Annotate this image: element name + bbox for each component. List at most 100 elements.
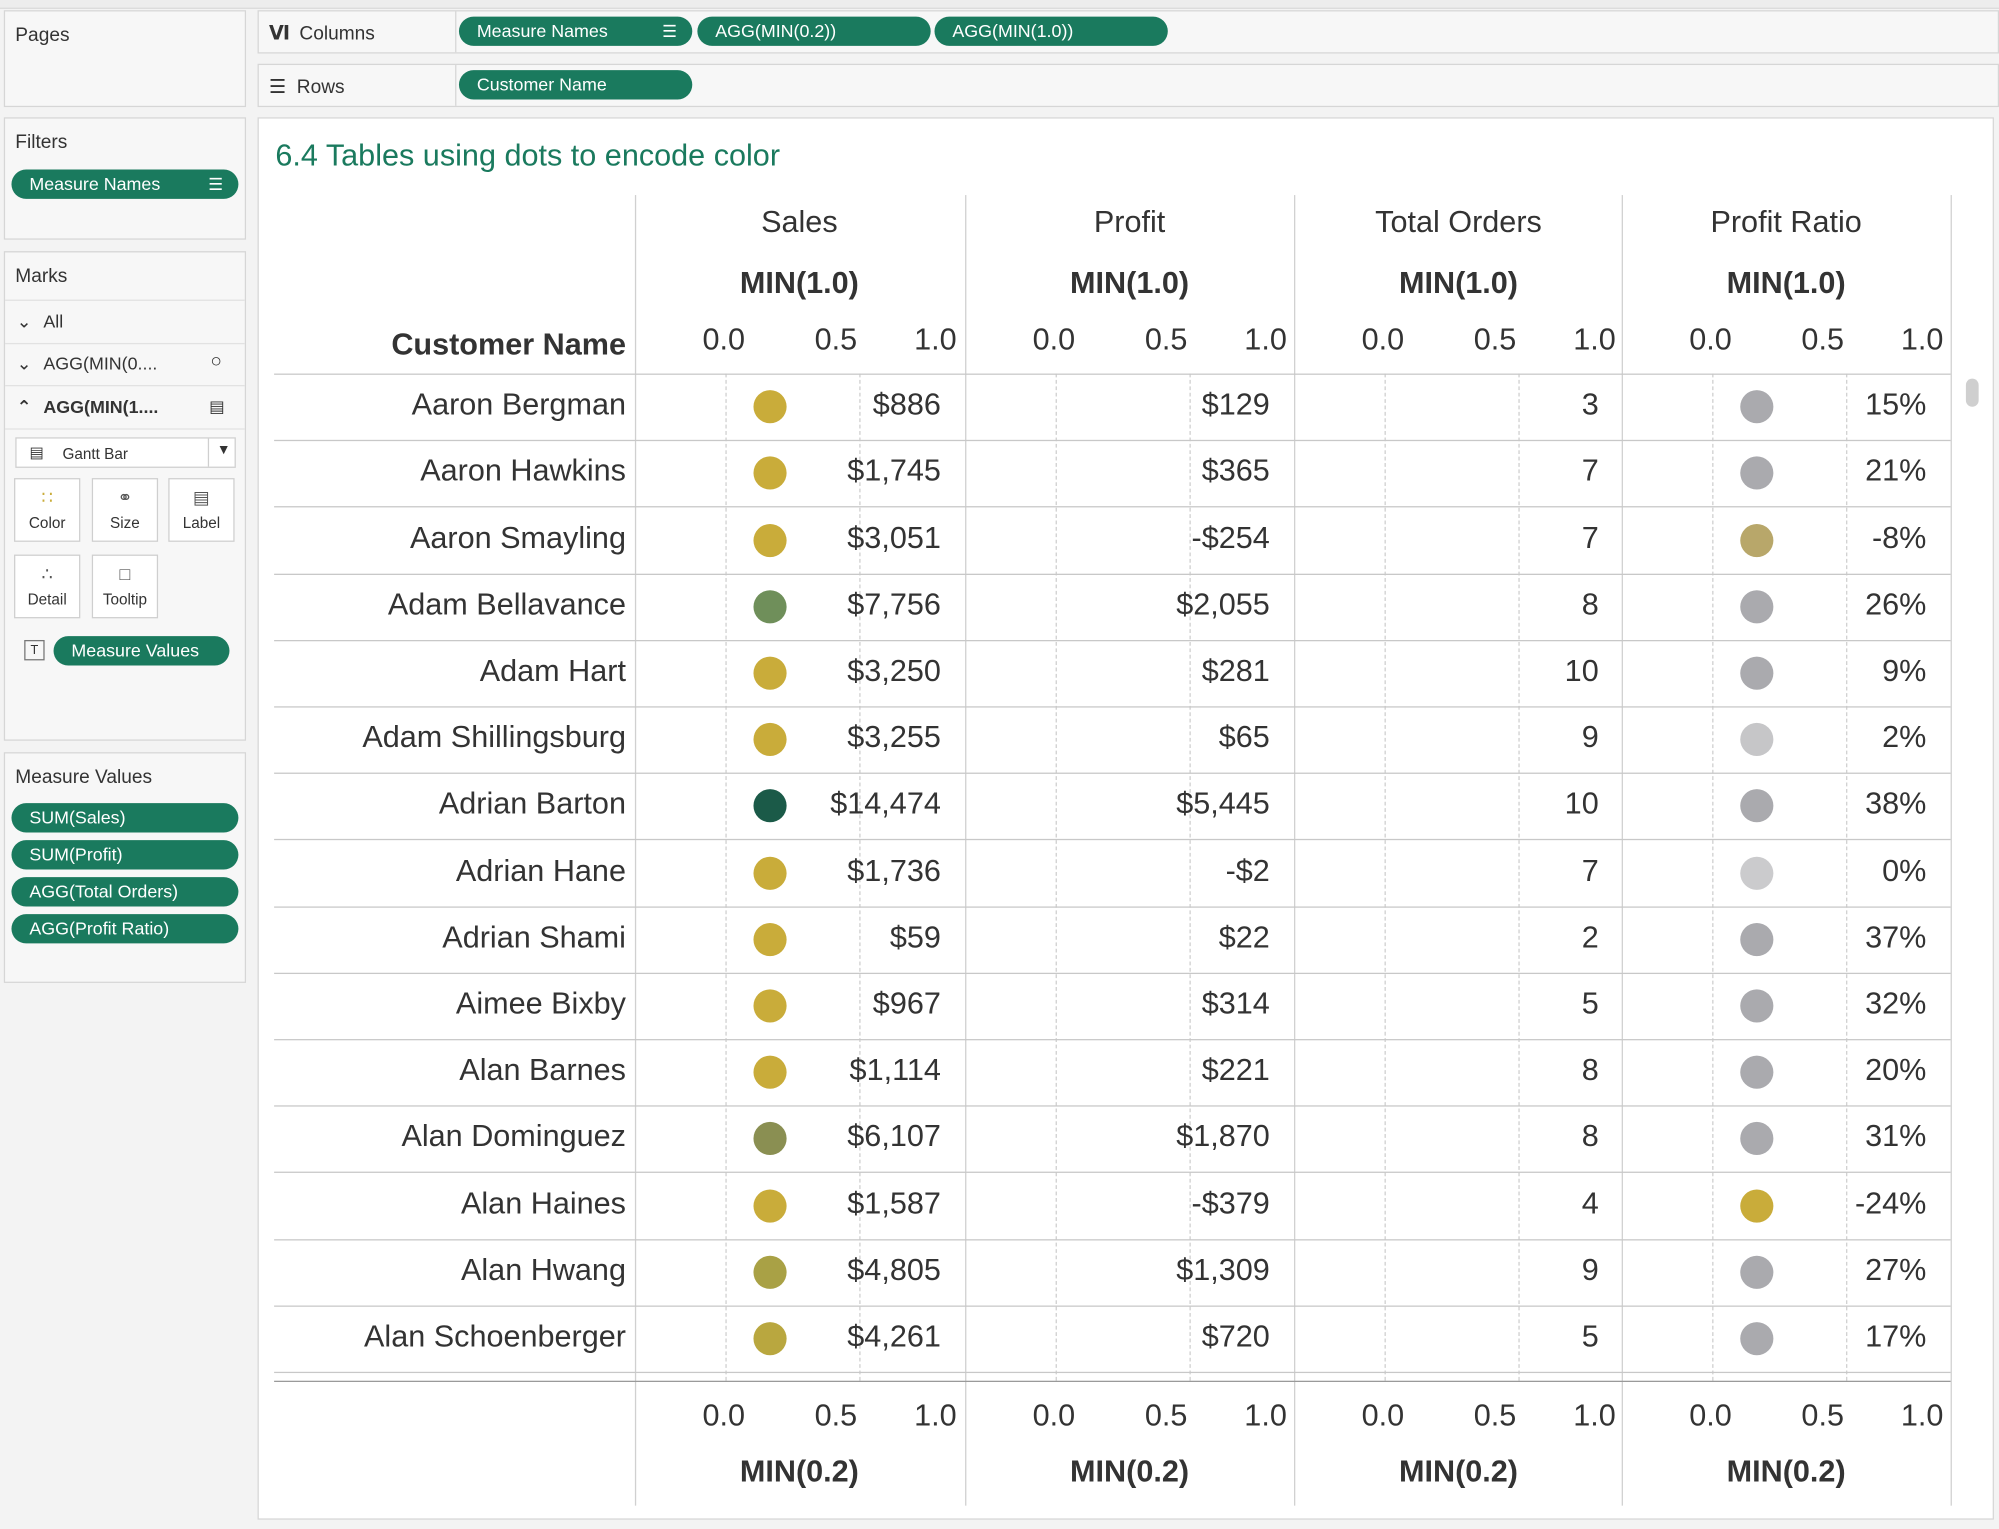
top-axis-tick: 1.0 — [1573, 322, 1616, 357]
sales-value: $7,756 — [847, 587, 941, 622]
row-divider — [274, 772, 1951, 775]
sales-value: $886 — [872, 387, 941, 423]
top-axis-tick: 0.0 — [1032, 322, 1076, 357]
filter-pill-measure-names[interactable]: Measure Names ☰ — [11, 169, 239, 199]
customer-name: Alan Haines — [460, 1186, 626, 1221]
sort-icon: ☰ — [662, 21, 677, 41]
marks-row-agg-min-10[interactable]: ⌃ AGG(MIN(1.... ▤ — [5, 386, 245, 430]
tooltip-button[interactable]: □ Tooltip — [91, 554, 159, 619]
profit-value: $1,309 — [1176, 1252, 1270, 1288]
marks-row-all[interactable]: ⌄ All — [5, 299, 245, 345]
top-axis-tick: 0.5 — [1801, 322, 1844, 357]
profit-value: $2,055 — [1176, 587, 1270, 622]
measure-pill-sum-sales[interactable]: SUM(Sales) — [11, 803, 239, 833]
profit-value: -$2 — [1225, 853, 1270, 888]
customer-name: Aaron Smayling — [409, 520, 626, 556]
total-orders-value: 7 — [1581, 454, 1599, 489]
total-orders-value: 9 — [1581, 1252, 1599, 1288]
bottom-axis-label: MIN(0.2) — [1070, 1454, 1190, 1490]
color-button[interactable]: ∷ Color — [14, 478, 81, 542]
profit-value: $281 — [1201, 653, 1270, 689]
sales-value: $4,261 — [847, 1319, 941, 1354]
column-header: Total Orders — [1375, 205, 1542, 240]
size-button-label: Size — [110, 513, 140, 532]
bottom-axis-tick: 1.0 — [1900, 1398, 1944, 1433]
measure-values-title: Measure Values — [15, 766, 153, 788]
viz-panel[interactable]: 6.4 Tables using dots to encode color Sa… — [257, 117, 1994, 1520]
chevron-down-icon: ⌄ — [16, 353, 32, 374]
row-divider — [274, 1238, 1951, 1240]
pages-card[interactable]: Pages — [3, 10, 247, 108]
customer-name: Alan Hwang — [460, 1252, 626, 1288]
tableau-workspace: Pages Ⅵ Columns Measure Names ☰ AGG(MIN(… — [0, 0, 1999, 1529]
table-bottom-rule — [274, 1380, 1951, 1382]
gantt-bar-icon: ▤ — [29, 443, 44, 462]
measure-pill-sum-profit[interactable]: SUM(Profit) — [11, 840, 239, 870]
profit-ratio-value: 27% — [1865, 1252, 1927, 1288]
bottom-axis-tick: 0.5 — [814, 1398, 858, 1433]
profit-value: $129 — [1201, 387, 1270, 423]
mark-type-dropdown[interactable]: ▤ Gantt Bar ▼ — [15, 437, 236, 468]
total-orders-value: 7 — [1581, 520, 1599, 556]
marks-row-agg-min-02[interactable]: ⌄ AGG(MIN(0.... ○ — [5, 343, 245, 387]
size-button[interactable]: ⚭ Size — [91, 478, 159, 542]
sales-value: $967 — [872, 986, 941, 1022]
viz-title: 6.4 Tables using dots to encode color — [275, 138, 781, 174]
columns-pill-measure-names[interactable]: Measure Names ☰ — [458, 16, 693, 46]
bottom-axis-tick: 0.5 — [1473, 1398, 1517, 1433]
bottom-axis-tick: 0.0 — [1361, 1398, 1405, 1433]
columns-label: Ⅵ Columns — [269, 22, 375, 45]
row-divider — [274, 1305, 1951, 1307]
axis-zero-gridline — [1384, 373, 1386, 1381]
profit-ratio-value: -24% — [1854, 1186, 1927, 1221]
size-icon: ⚭ — [117, 487, 133, 508]
column-header: Sales — [761, 205, 838, 240]
bottom-axis-tick: 1.0 — [1573, 1398, 1616, 1433]
total-orders-value: 8 — [1581, 1053, 1599, 1088]
rows-label-text: Rows — [296, 76, 345, 99]
detail-button[interactable]: ∴ Detail — [14, 554, 81, 619]
customer-name: Aimee Bixby — [455, 986, 626, 1022]
vertical-scrollbar[interactable] — [1965, 378, 1979, 407]
bottom-axis-tick: 0.5 — [1801, 1398, 1844, 1433]
top-strip — [0, 0, 1999, 9]
profit-ratio-value: 15% — [1865, 387, 1927, 423]
profit-value: $22 — [1218, 920, 1270, 955]
filters-title: Filters — [15, 131, 68, 153]
top-axis-tick: 1.0 — [914, 322, 957, 357]
sales-value: $3,250 — [847, 653, 941, 689]
rows-pill-customer-name[interactable]: Customer Name — [458, 70, 693, 100]
top-axis-label: MIN(1.0) — [1726, 266, 1846, 301]
row-divider — [274, 1172, 1951, 1174]
columns-pill-agg-min-10[interactable]: AGG(MIN(1.0)) — [934, 16, 1168, 46]
columns-icon: Ⅵ — [269, 22, 290, 45]
customer-name: Adam Shillingsburg — [362, 720, 626, 755]
row-divider — [274, 706, 1951, 708]
bottom-axis-tick: 0.0 — [1032, 1398, 1076, 1433]
profit-ratio-value: 20% — [1865, 1053, 1927, 1088]
color-icon: ∷ — [41, 487, 53, 508]
label-icon: ▤ — [192, 487, 210, 508]
marks-row-label: AGG(MIN(1.... — [43, 396, 159, 417]
bottom-axis-tick: 0.0 — [1689, 1398, 1732, 1433]
measure-pill-profit-ratio[interactable]: AGG(Profit Ratio) — [11, 914, 239, 944]
profit-ratio-value: 26% — [1865, 587, 1927, 622]
row-divider — [274, 905, 1951, 908]
columns-label-text: Columns — [299, 22, 375, 45]
profit-ratio-value: 21% — [1865, 454, 1927, 489]
total-orders-value: 3 — [1581, 387, 1599, 423]
sales-value: $6,107 — [847, 1119, 941, 1155]
axis-zero-gridline — [1712, 373, 1714, 1381]
label-pill-measure-values[interactable]: Measure Values — [53, 636, 230, 666]
label-button[interactable]: ▤ Label — [168, 478, 235, 542]
gantt-mark-icon: ▤ — [209, 396, 225, 416]
column-divider — [965, 195, 967, 1506]
total-orders-value: 8 — [1581, 587, 1599, 622]
sales-value: $3,051 — [847, 520, 941, 556]
top-axis-tick: 0.5 — [814, 322, 858, 357]
measure-pill-total-orders[interactable]: AGG(Total Orders) — [11, 877, 239, 907]
columns-pill-agg-min-02[interactable]: AGG(MIN(0.2)) — [697, 16, 931, 46]
total-orders-value: 10 — [1564, 786, 1599, 822]
profit-ratio-value: 37% — [1865, 920, 1927, 955]
bottom-axis-tick: 1.0 — [914, 1398, 957, 1433]
